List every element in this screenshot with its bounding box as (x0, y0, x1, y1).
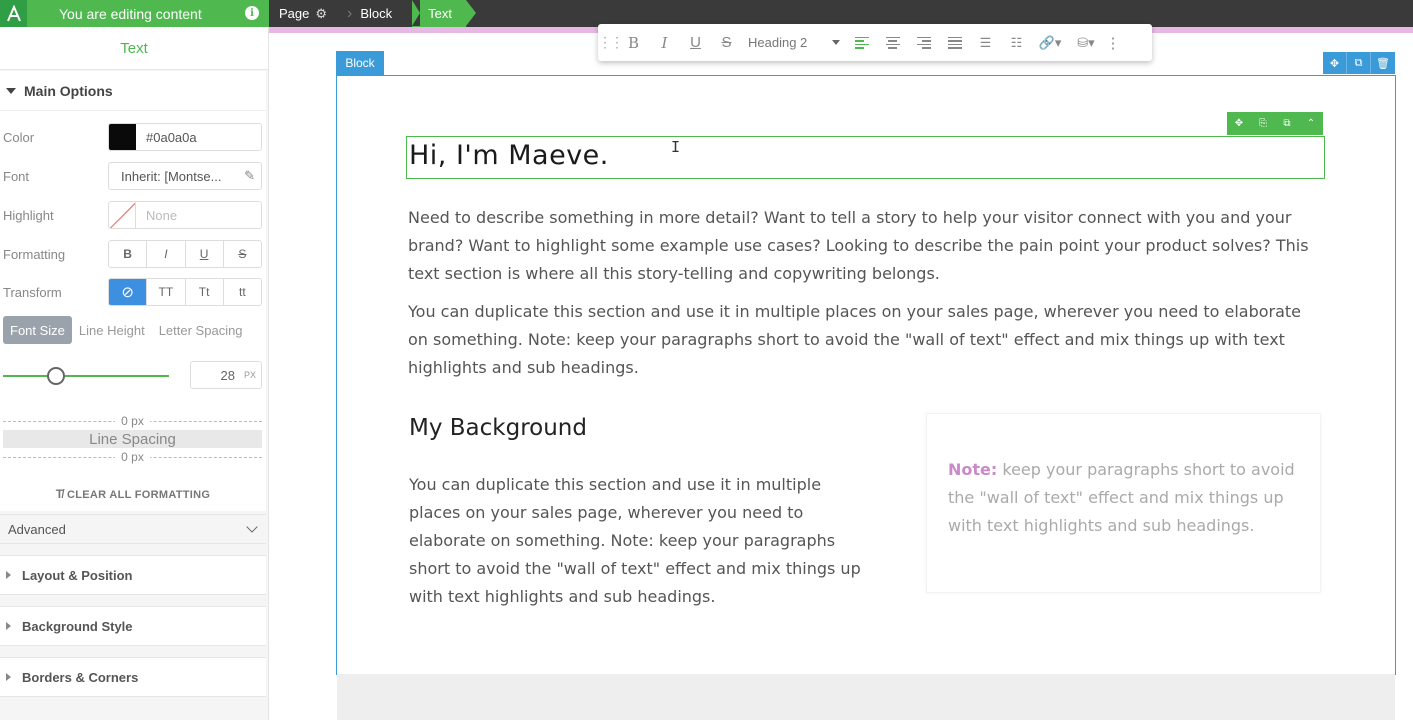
slider-handle[interactable] (47, 367, 65, 385)
italic-button[interactable]: I (147, 241, 186, 267)
line-spacing-control: 0 px Line Spacing 0 px (3, 414, 262, 464)
delete-icon[interactable]: 🗑 (1371, 52, 1395, 74)
move-icon[interactable]: ✥ (1227, 112, 1251, 135)
no-color-swatch[interactable] (109, 202, 136, 228)
clear-formatting-button[interactable]: T̸ CLEAR ALL FORMATTING (0, 487, 266, 501)
text-toolbar: ⋮⋮ B I U S Heading 2 ☰ ☷ 🔗▾ ⛁▾ ⋮ (598, 24, 1152, 61)
numbered-list-icon[interactable]: ☷ (1001, 24, 1032, 61)
align-right-icon[interactable] (908, 24, 939, 61)
bold-button[interactable]: B (109, 241, 148, 267)
breadcrumb-page[interactable]: Page ⚙ (269, 0, 337, 27)
move-icon[interactable]: ✥ (1323, 52, 1347, 74)
duplicate-icon[interactable]: ⧉ (1347, 52, 1371, 74)
block-label[interactable]: Block (336, 51, 384, 75)
caret-right-icon (6, 571, 11, 579)
tab-font-size[interactable]: Font Size (3, 316, 72, 344)
subheading[interactable]: My Background (409, 415, 587, 441)
breadcrumb-block[interactable]: › Block (337, 0, 402, 27)
section-borders-corners[interactable]: Borders & Corners (0, 657, 266, 697)
color-field[interactable]: #0a0a0a (108, 123, 262, 151)
size-tabs: Font Size Line Height Letter Spacing (3, 316, 265, 344)
database-icon[interactable]: ⛁▾ (1068, 24, 1104, 61)
pencil-icon[interactable]: ✎ (244, 168, 255, 184)
align-left-icon[interactable] (846, 24, 877, 61)
collapse-icon[interactable]: ⌃ (1299, 112, 1323, 135)
block-actions: ✥ ⧉ 🗑 (1323, 52, 1395, 74)
formatting-buttons: B I U S (108, 240, 262, 268)
font-row: Font Inherit: [Montse... ✎ (0, 162, 266, 190)
breadcrumb-text[interactable]: Text (412, 0, 476, 27)
spacing-bottom[interactable]: 0 px (3, 450, 262, 464)
background-paragraph[interactable]: You can duplicate this section and use i… (409, 471, 871, 611)
formatting-row: Formatting B I U S (0, 240, 266, 268)
link-icon[interactable]: 🔗▾ (1032, 24, 1068, 61)
drag-handle-icon[interactable]: ⋮⋮ (598, 24, 624, 61)
second-paragraph[interactable]: You can duplicate this section and use i… (408, 298, 1313, 382)
font-size-slider[interactable] (3, 365, 169, 387)
clear-format-icon: T̸ (55, 487, 67, 501)
gear-icon[interactable]: ⚙ (315, 6, 327, 22)
slider-track[interactable] (3, 375, 169, 377)
chevron-right-icon: › (347, 4, 353, 22)
transform-none-button[interactable]: ⊘ (109, 279, 148, 305)
align-justify-icon[interactable] (939, 24, 970, 61)
align-center-icon[interactable] (877, 24, 908, 61)
line-spacing-label: Line Spacing (3, 430, 262, 448)
underline-button[interactable]: U (186, 241, 224, 267)
font-field[interactable]: Inherit: [Montse... ✎ (108, 162, 262, 190)
bold-icon[interactable]: B (618, 24, 649, 61)
element-actions: ✥ ⎘ ⧉ ⌃ (1227, 112, 1323, 135)
main-options-header[interactable]: Main Options (0, 71, 266, 111)
editing-label: You are editing content (59, 5, 202, 22)
info-icon[interactable]: i (245, 6, 259, 20)
note-text: keep your paragraphs short to avoid the … (948, 460, 1295, 535)
section-layout-position[interactable]: Layout & Position (0, 555, 266, 595)
duplicate-icon[interactable]: ⧉ (1275, 112, 1299, 135)
text-cursor-icon: I (671, 138, 681, 156)
editing-banner: You are editing content i (27, 0, 269, 27)
top-bar: You are editing content i Page ⚙ › Block… (0, 0, 1413, 27)
strikethrough-button[interactable]: S (224, 241, 261, 267)
heading-select[interactable]: Heading 2 (742, 24, 846, 61)
note-label: Note: (948, 460, 998, 479)
note-callout[interactable]: Note: keep your paragraphs short to avoi… (926, 413, 1321, 593)
color-row: Color #0a0a0a (0, 123, 266, 151)
tab-line-height[interactable]: Line Height (72, 316, 152, 344)
transform-uppercase-button[interactable]: TT (147, 279, 186, 305)
bullet-list-icon[interactable]: ☰ (970, 24, 1001, 61)
breadcrumb: Page ⚙ › Block Text (269, 0, 476, 27)
italic-icon[interactable]: I (649, 24, 680, 61)
transform-capitalize-button[interactable]: Tt (186, 279, 224, 305)
highlight-row: Highlight None (0, 201, 266, 229)
underline-icon[interactable]: U (680, 24, 711, 61)
advanced-dropdown[interactable]: Advanced (0, 514, 266, 544)
sidebar-title: Text (0, 27, 268, 70)
strikethrough-icon[interactable]: S (711, 24, 742, 61)
tab-letter-spacing[interactable]: Letter Spacing (152, 316, 250, 344)
caret-down-icon (6, 87, 16, 94)
page-heading[interactable]: Hi, I'm Maeve. (409, 140, 609, 171)
intro-paragraph[interactable]: Need to describe something in more detai… (408, 204, 1313, 288)
caret-right-icon (6, 673, 11, 681)
highlight-field[interactable]: None (108, 201, 262, 229)
copy-style-icon[interactable]: ⎘ (1251, 112, 1275, 135)
caret-right-icon (6, 622, 11, 630)
transform-row: Transform ⊘ TT Tt tt (0, 278, 266, 306)
more-options-icon[interactable]: ⋮ (1104, 24, 1122, 61)
transform-buttons: ⊘ TT Tt tt (108, 278, 262, 306)
spacing-top[interactable]: 0 px (3, 414, 262, 428)
font-size-input[interactable]: 28 PX (190, 361, 262, 389)
sidebar: Text Main Options Color #0a0a0a Font Inh… (0, 27, 269, 720)
section-background-style[interactable]: Background Style (0, 606, 266, 646)
chevron-down-icon (246, 521, 258, 533)
logo-icon[interactable] (0, 0, 27, 27)
page-canvas: Block ✥ ⧉ 🗑 ⋮⋮ B I U S Heading 2 ☰ ☷ 🔗▾ … (269, 24, 1413, 720)
transform-lowercase-button[interactable]: tt (224, 279, 261, 305)
editor-app: You are editing content i Page ⚙ › Block… (0, 0, 1413, 720)
next-section-strip (337, 674, 1395, 720)
color-swatch[interactable] (109, 124, 136, 150)
